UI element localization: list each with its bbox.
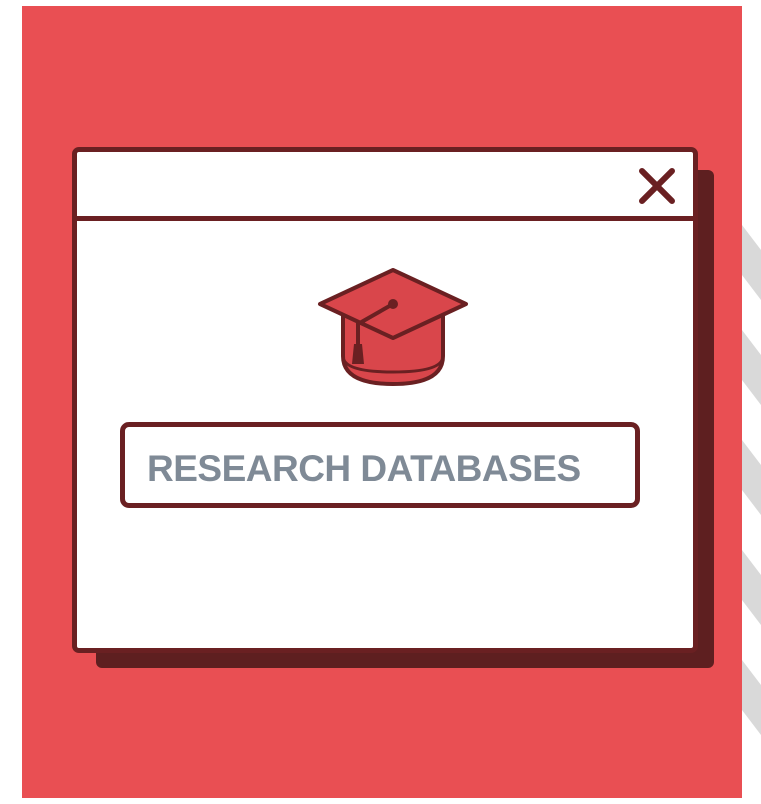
chevron-decoration <box>742 225 761 735</box>
close-icon[interactable] <box>635 164 679 208</box>
window-titlebar <box>77 152 693 221</box>
popup-window: RESEARCH DATABASES <box>72 147 698 653</box>
search-field[interactable]: RESEARCH DATABASES <box>120 422 640 508</box>
graduation-cap-icon <box>318 268 468 386</box>
search-label: RESEARCH DATABASES <box>147 448 581 489</box>
canvas: RESEARCH DATABASES <box>0 0 761 804</box>
